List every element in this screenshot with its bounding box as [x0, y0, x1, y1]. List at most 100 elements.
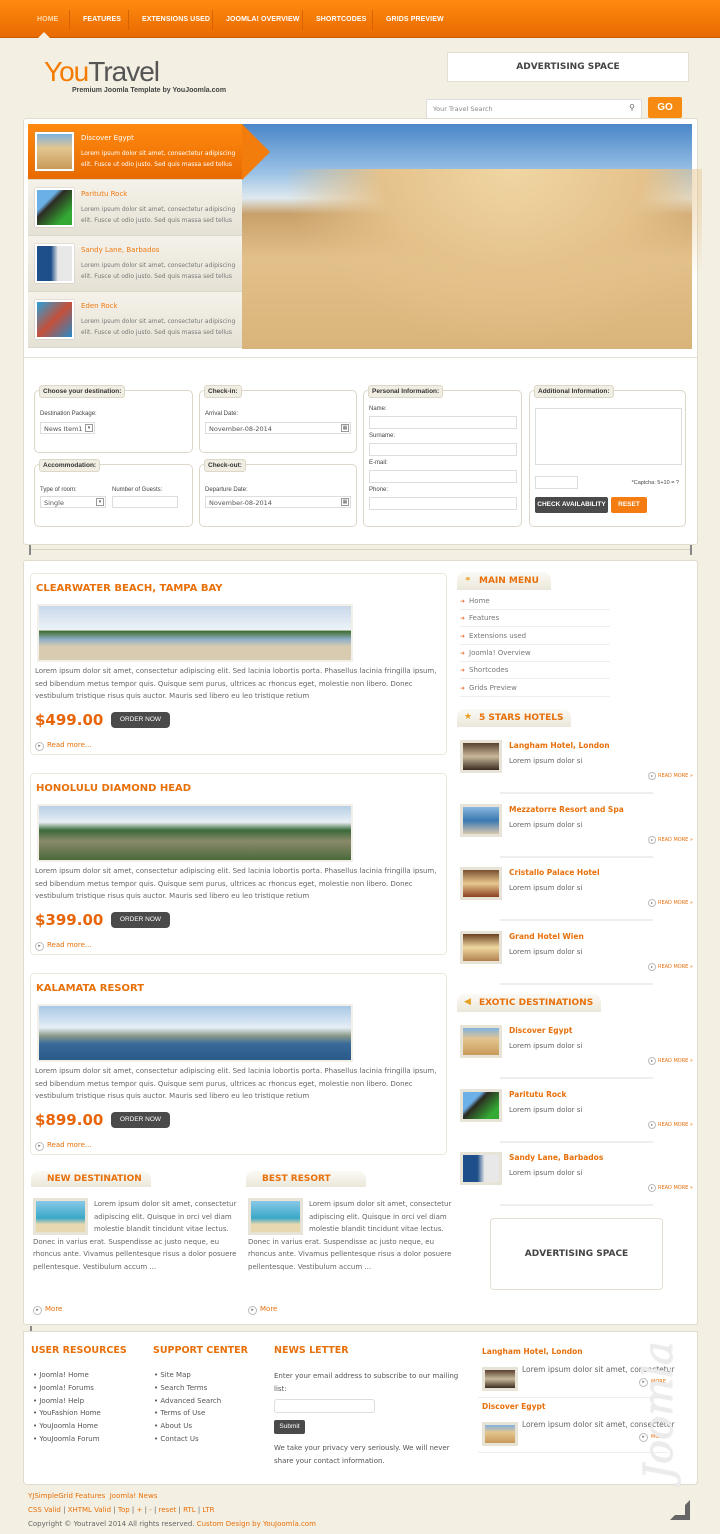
nav-item-joomla-overview[interactable]: Joomla! Overview	[226, 16, 299, 23]
nav-item-features[interactable]: Features	[83, 16, 121, 23]
footer-list-link[interactable]: YouFashion Home	[33, 1407, 100, 1420]
arrival-date-input[interactable]: November-08-2014 ▦	[205, 422, 351, 434]
item-title[interactable]: Cristallo Palace Hotel	[509, 868, 600, 877]
footer-list-link[interactable]: YouJoomla Home	[33, 1420, 101, 1433]
footer-link[interactable]: CSS Valid	[28, 1506, 61, 1514]
slider-item[interactable]: Discover Egypt Lorem ipsum dolor sit amet…	[28, 124, 270, 180]
slider-item[interactable]: Eden Rock Lorem ipsum dolor sit amet, con…	[28, 292, 242, 348]
search-icon[interactable]: ⚲	[629, 103, 635, 112]
item-title[interactable]: Mezzatorre Resort and Spa	[509, 805, 624, 814]
captcha-input[interactable]	[535, 476, 578, 489]
calendar-icon[interactable]: ▦	[341, 424, 349, 432]
item-thumbnail[interactable]	[460, 803, 502, 837]
footer-link[interactable]: Top	[118, 1506, 130, 1514]
read-more-link[interactable]: Read more...	[35, 941, 92, 951]
slider-thumbnail	[35, 132, 74, 171]
item-thumbnail[interactable]	[460, 1152, 502, 1185]
menu-item[interactable]: ➜ Grids Preview	[460, 680, 610, 697]
nav-item-shortcodes[interactable]: Shortcodes	[316, 16, 366, 23]
more-link[interactable]: More	[33, 1305, 62, 1315]
footer-link[interactable]: reset	[159, 1506, 177, 1514]
read-more-link[interactable]: READ MORE »	[648, 963, 693, 971]
design-link[interactable]: Custom Design by YouJoomla.com	[197, 1520, 316, 1528]
menu-item[interactable]: ➜ Features	[460, 610, 610, 628]
article: KALAMATA RESORT Lorem ipsum dolor sit ame…	[30, 973, 447, 1155]
footer-list-link[interactable]: Site Map	[154, 1369, 221, 1382]
additional-info-textarea[interactable]	[535, 408, 682, 465]
footer-list-link[interactable]: Advanced Search	[154, 1395, 221, 1408]
order-now-button[interactable]: ORDER NOW	[111, 1112, 170, 1128]
read-more-link[interactable]: READ MORE »	[648, 836, 693, 844]
footer-link[interactable]: LTR	[202, 1506, 214, 1514]
destination-select[interactable]: News Item1 ▾	[40, 422, 95, 434]
footer-link[interactable]: YJSimpleGrid Features	[28, 1492, 105, 1500]
read-more-link[interactable]: READ MORE »	[648, 899, 693, 907]
read-more-link[interactable]: READ MORE »	[648, 1121, 693, 1129]
logo[interactable]: YouTravel	[44, 56, 160, 88]
email-input[interactable]	[369, 470, 517, 483]
legend: Choose your destination:	[39, 385, 126, 398]
nav-item-grids-preview[interactable]: Grids Preview	[386, 16, 444, 23]
surname-input[interactable]	[369, 443, 517, 456]
ad-space-header[interactable]: ADVERTISING SPACE	[447, 52, 689, 82]
footer-list-link[interactable]: About Us	[154, 1420, 221, 1433]
check-availability-button[interactable]: CHECK AVAILABILITY	[535, 497, 608, 513]
article-title[interactable]: KALAMATA RESORT	[36, 983, 144, 994]
item-thumbnail[interactable]	[460, 867, 502, 900]
read-more-link[interactable]: Read more...	[35, 1141, 92, 1151]
read-more-link[interactable]: Read more...	[35, 741, 92, 751]
menu-item[interactable]: ➜ Joomla! Overview	[460, 645, 610, 662]
calendar-icon[interactable]: ▦	[341, 498, 349, 506]
order-now-button[interactable]: ORDER NOW	[111, 712, 170, 728]
nav-item-home[interactable]: Home	[37, 16, 58, 23]
item-thumbnail[interactable]	[460, 740, 502, 773]
item-title[interactable]: Sandy Lane, Barbados	[509, 1153, 603, 1162]
room-type-select[interactable]: Single ▾	[40, 496, 106, 508]
footer-list-link[interactable]: Joomla! Home	[33, 1369, 101, 1382]
read-more-link[interactable]: READ MORE »	[648, 1184, 693, 1192]
slider-item[interactable]: Paritutu Rock Lorem ipsum dolor sit amet,…	[28, 180, 242, 236]
item-thumbnail[interactable]	[460, 1088, 502, 1122]
name-input[interactable]	[369, 416, 517, 429]
order-now-button[interactable]: ORDER NOW	[111, 912, 170, 928]
read-more-link[interactable]: READ MORE »	[648, 772, 693, 780]
footer-link[interactable]: RTL	[183, 1506, 196, 1514]
search-input[interactable]: Your Travel Search ⚲	[426, 99, 642, 119]
item-thumbnail[interactable]	[460, 1025, 502, 1058]
footer-list-link[interactable]: Joomla! Help	[33, 1395, 101, 1408]
read-more-link[interactable]: READ MORE »	[648, 1057, 693, 1065]
item-title[interactable]: Langham Hotel, London	[509, 741, 610, 750]
footer-list-link[interactable]: YouJoomla Forum	[33, 1433, 101, 1446]
footer-link[interactable]: XHTML Valid	[68, 1506, 111, 1514]
article-title[interactable]: HONOLULU DIAMOND HEAD	[36, 783, 191, 794]
news-title[interactable]: Langham Hotel, London	[482, 1347, 583, 1356]
item-title[interactable]: Discover Egypt	[509, 1026, 572, 1035]
footer-list-link[interactable]: Terms of Use	[154, 1407, 221, 1420]
footer-list-link[interactable]: Contact Us	[154, 1433, 221, 1446]
slider-item[interactable]: Sandy Lane, Barbados Lorem ipsum dolor si…	[28, 236, 242, 292]
footer-link[interactable]: Joomla! News	[110, 1492, 158, 1500]
item-thumbnail[interactable]	[460, 930, 502, 964]
menu-item[interactable]: ➜ Shortcodes	[460, 662, 610, 680]
departure-date-input[interactable]: November-08-2014 ▦	[205, 496, 351, 508]
news-title[interactable]: Discover Egypt	[482, 1402, 545, 1411]
menu-item[interactable]: ➜ Extensions used	[460, 628, 610, 645]
footer-list-link[interactable]: Search Terms	[154, 1382, 221, 1395]
article-title[interactable]: CLEARWATER BEACH, TAMPA BAY	[36, 583, 223, 594]
reset-button[interactable]: RESET	[611, 497, 647, 513]
ad-space-sidebar[interactable]: ADVERTISING SPACE	[490, 1218, 663, 1290]
footer-list-link[interactable]: Joomla! Forums	[33, 1382, 101, 1395]
joomlafox-watermark: Joomla	[636, 1341, 682, 1480]
go-button[interactable]: GO	[648, 97, 682, 118]
newsletter-submit-button[interactable]: Submit	[274, 1420, 305, 1434]
item-title[interactable]: Grand Hotel Wien	[509, 932, 584, 941]
arrow-right-icon: ➜	[460, 615, 466, 623]
guests-input[interactable]	[112, 496, 178, 508]
item-title[interactable]: Paritutu Rock	[509, 1090, 566, 1099]
phone-input[interactable]	[369, 497, 517, 510]
menu-item[interactable]: ➜ Home	[460, 593, 610, 610]
newsletter-email-input[interactable]	[274, 1399, 375, 1413]
active-indicator	[38, 32, 50, 38]
more-link[interactable]: More	[248, 1305, 277, 1315]
nav-item-extensions-used[interactable]: Extensions used	[142, 16, 210, 23]
